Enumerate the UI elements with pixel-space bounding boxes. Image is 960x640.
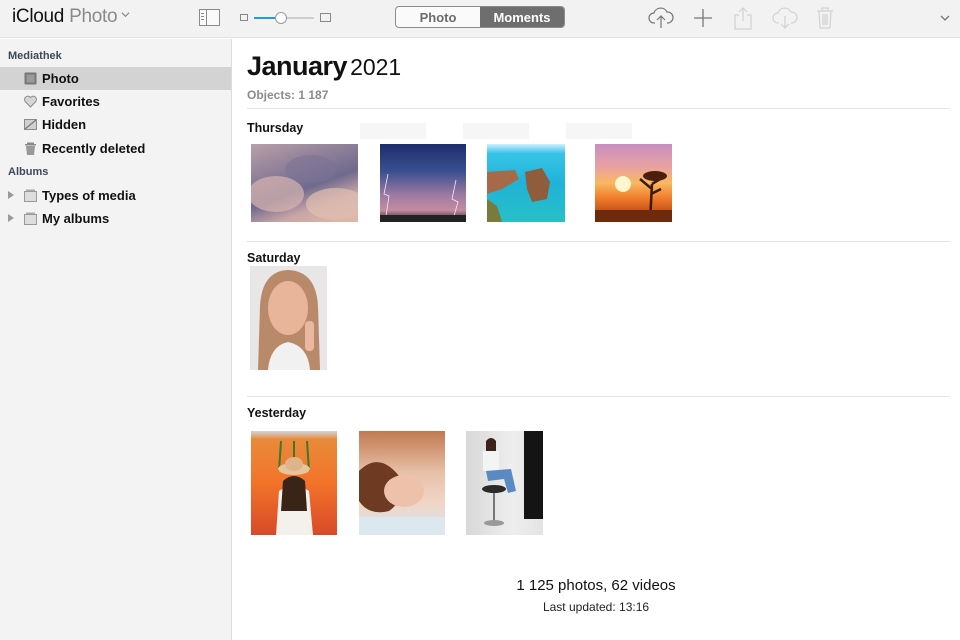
sea-cliffs-image [487, 168, 550, 222]
chevron-down-icon [121, 12, 130, 18]
hidden-icon [24, 119, 37, 130]
add-button[interactable] [689, 5, 717, 31]
sidebar-item-label: Recently deleted [42, 141, 146, 156]
app-section: Photo [69, 6, 118, 27]
trash-icon [817, 7, 833, 29]
objects-count: Objects: 1 187 [247, 88, 329, 102]
clouds-image [251, 155, 358, 220]
sidebar: Mediathek Photo Favorites Hidden Recentl… [0, 39, 232, 640]
last-updated: Last updated: 13:16 [542, 600, 650, 614]
photo-thumbnail[interactable] [250, 266, 327, 370]
albums-heading: Albums [8, 166, 49, 178]
add-icon [694, 9, 712, 27]
portrait-image [258, 270, 320, 370]
photo-thumbnail[interactable] [380, 144, 466, 222]
group-heading-saturday: Saturday [247, 251, 301, 265]
tab-photo[interactable]: Photo [396, 7, 480, 27]
sidebar-item-label: My albums [42, 211, 110, 226]
year-label: 2021 [350, 54, 402, 80]
sidebar-item-recently-deleted[interactable]: Recently deleted [0, 137, 231, 160]
page-title: January 2021 [247, 51, 401, 82]
zoom-slider-thumb[interactable] [275, 12, 287, 24]
sidebar-item-my-albums[interactable]: My albums [0, 207, 231, 230]
placeholder [463, 123, 529, 139]
share-button[interactable] [729, 5, 757, 31]
album-stack-icon [24, 212, 37, 225]
photo-thumbnail[interactable] [487, 144, 565, 222]
disclosure-triangle-icon[interactable] [8, 214, 14, 222]
delete-button[interactable] [811, 5, 839, 31]
upload-icon [648, 7, 674, 28]
sidebar-item-photo[interactable]: Photo [0, 67, 231, 90]
storm-image [380, 173, 466, 222]
sunset-image [595, 171, 672, 222]
chevron-down-icon [940, 15, 950, 21]
download-button[interactable] [771, 5, 799, 31]
divider [247, 108, 950, 109]
group-heading-thursday: Thursday [247, 121, 304, 135]
sidebar-item-types-of-media[interactable]: Types of media [0, 184, 231, 207]
small-photo-icon [240, 14, 248, 21]
sidebar-item-label: Types of media [42, 188, 136, 203]
download-icon [772, 7, 798, 29]
sidebar-item-label: Favorites [42, 94, 100, 109]
app-brand: iCloud [12, 6, 65, 27]
app-title[interactable]: iCloud Photo [12, 6, 130, 28]
sidebar-toggle-button[interactable] [199, 9, 220, 26]
more-menu-button[interactable] [931, 5, 959, 31]
sidebar-item-label: Hidden [42, 117, 87, 132]
placeholder [360, 123, 426, 139]
heart-icon [24, 95, 37, 108]
large-photo-icon [320, 13, 331, 22]
tulip-field-image [276, 440, 313, 535]
view-segmented-control: Photo Moments [395, 6, 565, 28]
photo-thumbnail[interactable] [466, 431, 543, 535]
library-summary: 1 125 photos, 62 videos [516, 577, 676, 594]
share-icon [734, 7, 752, 30]
photo-thumbnail[interactable] [359, 431, 445, 535]
zoom-slider[interactable] [240, 10, 332, 26]
woman-bed-image [359, 462, 445, 535]
library-heading: Mediathek [8, 50, 62, 62]
photo-grid-view: January 2021 Objects: 1 187 Thursday Satu… [232, 39, 960, 640]
zoom-slider-track[interactable] [254, 12, 314, 24]
sidebar-item-hidden[interactable]: Hidden [0, 113, 231, 136]
month-label: January [247, 51, 348, 81]
group-heading-yesterday: Yesterday [247, 406, 307, 420]
divider [247, 241, 950, 242]
album-stack-icon [24, 189, 37, 202]
photo-thumbnail[interactable] [251, 431, 337, 535]
tab-moments[interactable]: Moments [480, 7, 564, 27]
disclosure-triangle-icon[interactable] [8, 191, 14, 199]
photo-thumbnail[interactable] [251, 144, 358, 222]
sidebar-item-label: Photo [42, 71, 79, 86]
toolbar: iCloud Photo Photo Moments [0, 0, 960, 38]
photo-thumbnail[interactable] [595, 144, 672, 222]
placeholder [566, 123, 632, 139]
photos-icon [24, 72, 37, 85]
woman-chair-image [482, 431, 543, 526]
sidebar-item-favorites[interactable]: Favorites [0, 90, 231, 113]
trash-icon [25, 142, 36, 155]
upload-button[interactable] [647, 5, 675, 31]
divider [247, 396, 950, 397]
